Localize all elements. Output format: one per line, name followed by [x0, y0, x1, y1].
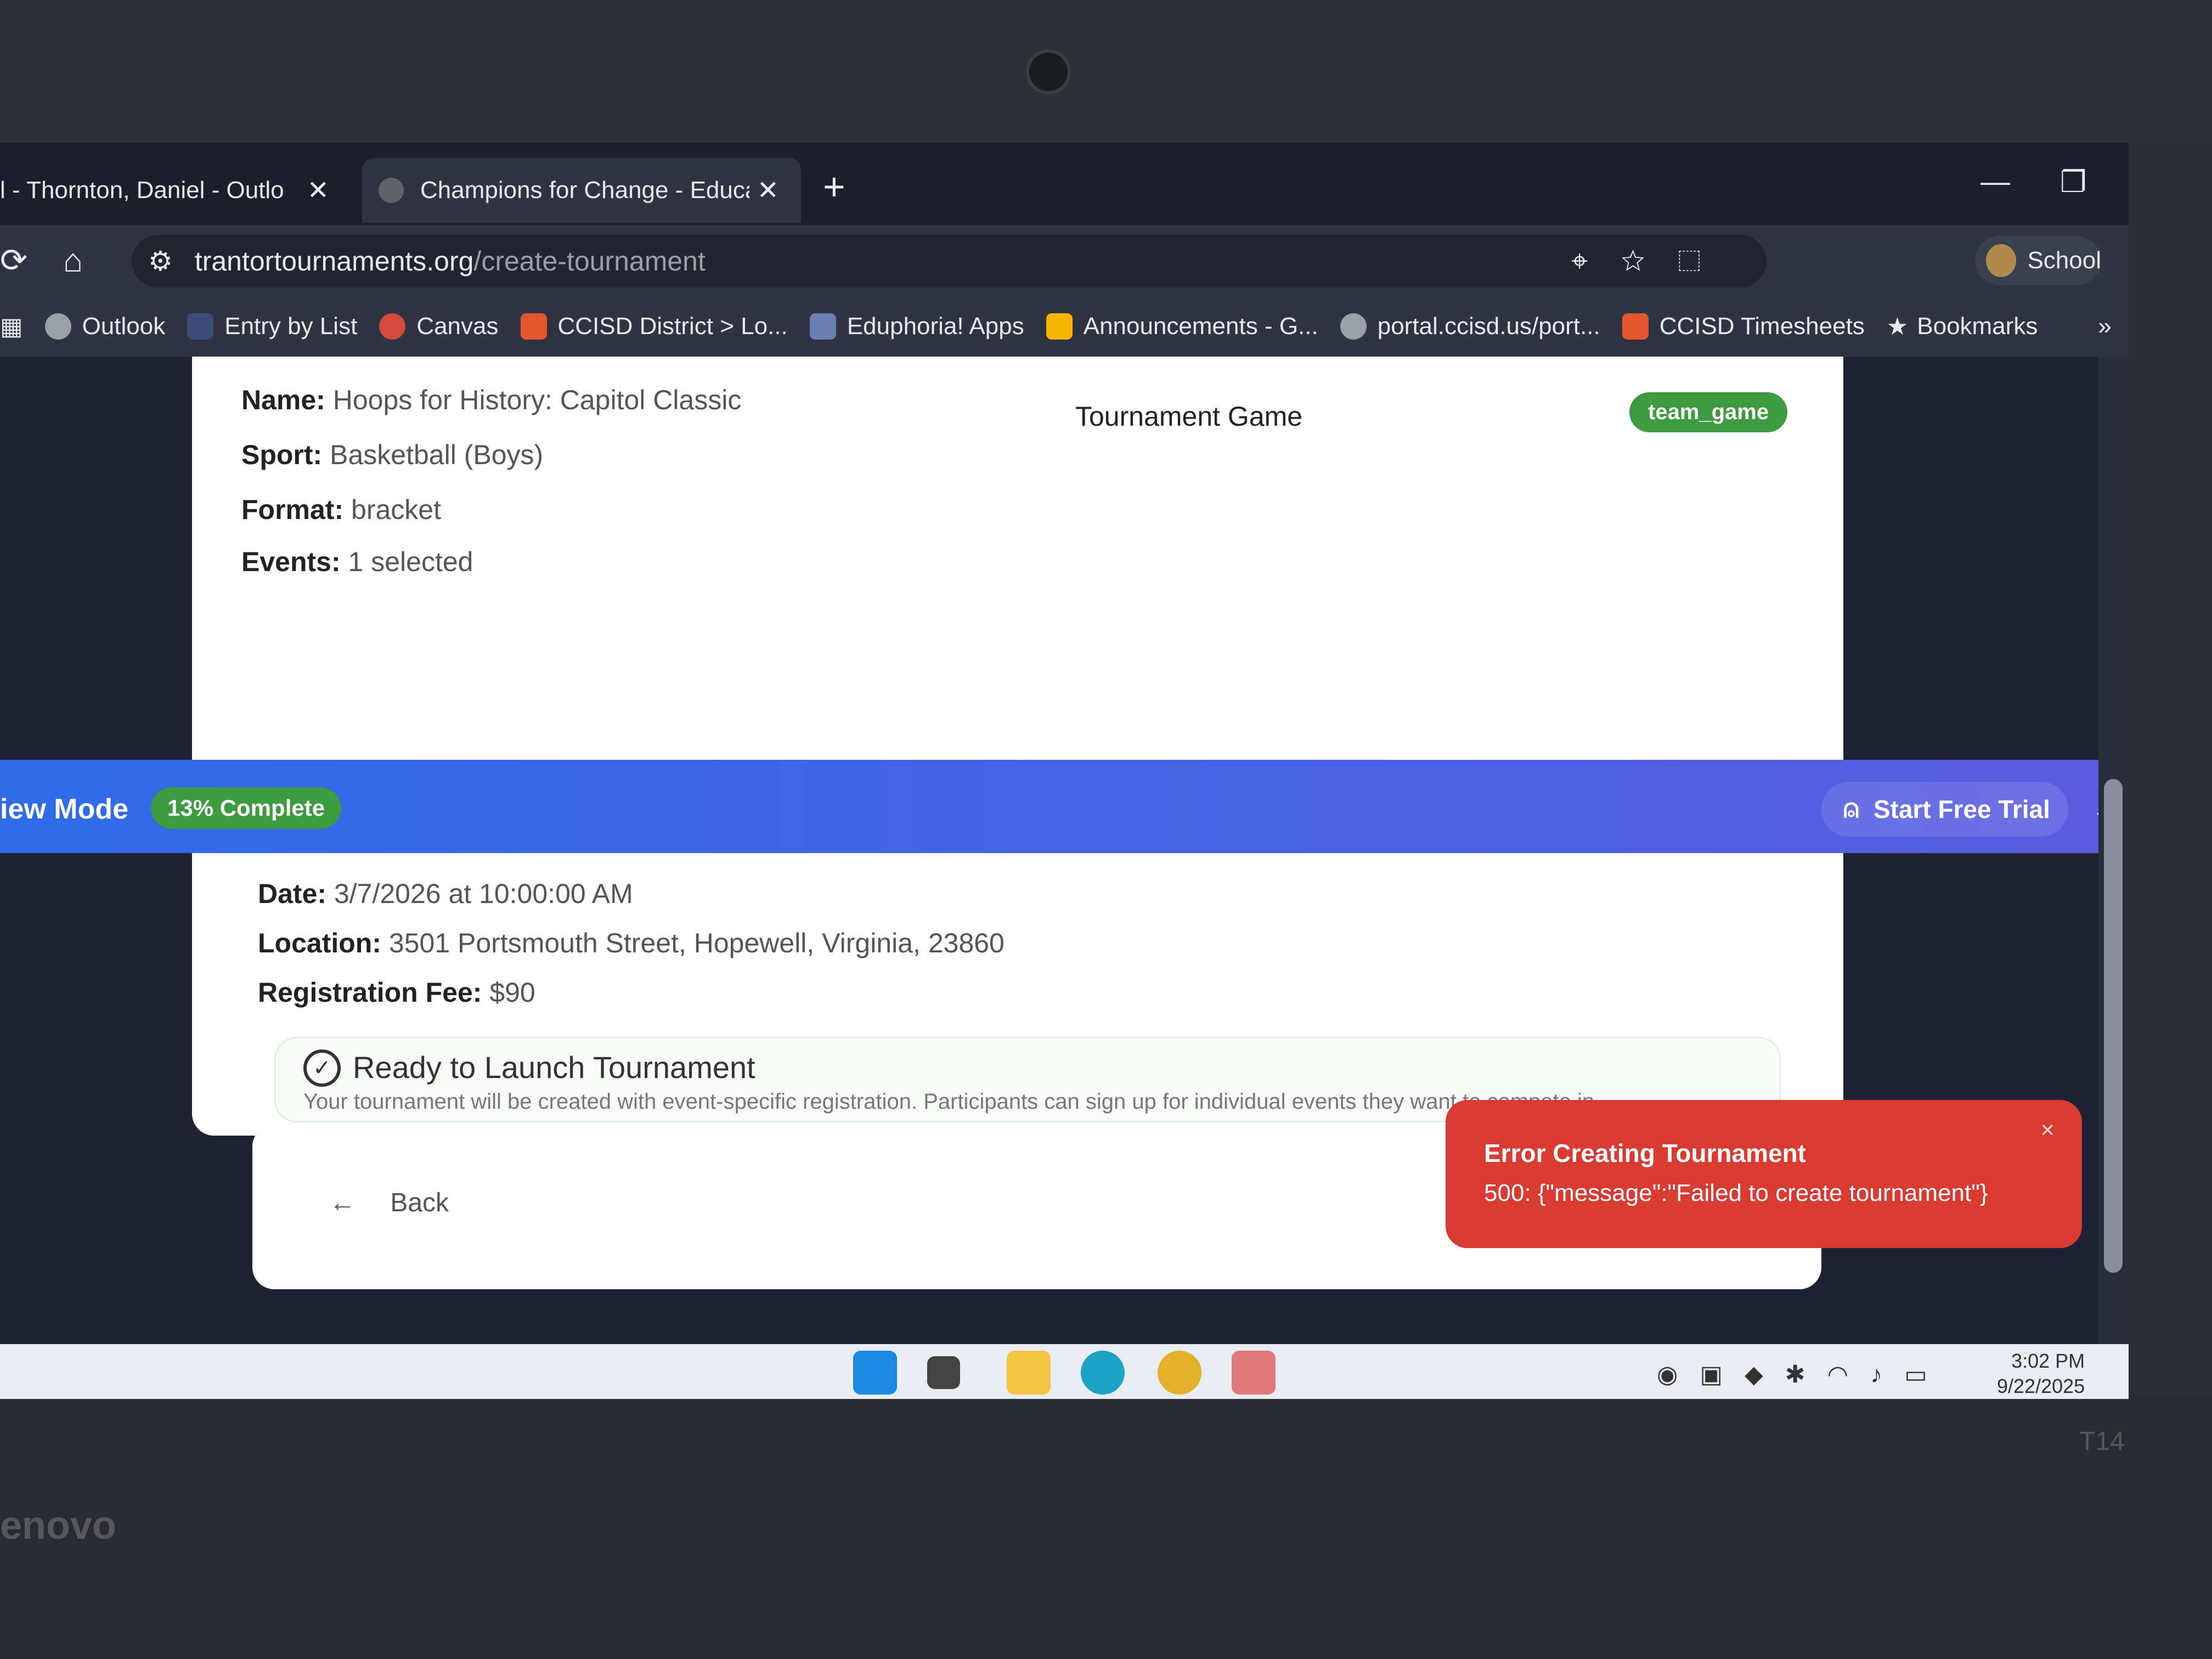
taskbar: ◉▣◆✱◠♪▭ 3:02 PM 9/22/2025	[0, 1344, 2129, 1399]
screen: l - Thornton, Daniel - Outlo ✕ Champions…	[0, 143, 2129, 1399]
star-icon: ★	[1886, 313, 1909, 340]
tab-label: Champions for Change - Educa	[420, 177, 749, 204]
bookmark-announcements[interactable]: Announcements - G...	[1046, 313, 1318, 340]
check-circle-icon: ✓	[303, 1049, 341, 1087]
name-field: Name: Hoops for History: Capitol Classic	[241, 385, 742, 415]
file-explorer-icon[interactable]	[1007, 1351, 1051, 1395]
bookmark-eduphoria[interactable]: Eduphoria! Apps	[809, 313, 1024, 340]
home-icon[interactable]: ⌂	[63, 241, 83, 279]
tab-label: l - Thornton, Daniel - Outlo	[0, 177, 284, 204]
bookmarks-bar: ▦ Outlook Entry by List Canvas CCISD Dis…	[0, 296, 2129, 357]
system-tray-icons[interactable]: ◉▣◆✱◠♪▭	[1657, 1361, 1949, 1389]
location-star-icons[interactable]: ⌖☆⬚	[1571, 244, 1734, 279]
canvas-icon	[379, 313, 406, 340]
laptop-bezel-top	[0, 0, 2212, 143]
restore-icon[interactable]: ❐	[2060, 165, 2086, 199]
events-field: Events: 1 selected	[241, 546, 473, 577]
tab-champions[interactable]: Champions for Change - Educa ✕	[362, 158, 801, 223]
bookmarks-folder[interactable]: ★ Bookmarks	[1887, 313, 2038, 341]
close-icon[interactable]: ✕	[307, 175, 329, 206]
bookmark-canvas[interactable]: Canvas	[379, 313, 499, 340]
preview-mode-banner: iew Mode 13% Complete ⍝ Start Free Trial…	[0, 760, 2129, 853]
checkmark-icon	[1622, 313, 1649, 340]
progress-badge: 13% Complete	[151, 787, 342, 829]
arrow-left-icon: ←	[329, 1188, 356, 1217]
bookmark-outlook[interactable]: Outlook	[44, 313, 165, 340]
checkmark-icon	[520, 313, 547, 340]
webcam	[1026, 49, 1071, 94]
tab-outlook[interactable]: l - Thornton, Daniel - Outlo ✕	[0, 158, 351, 223]
minimize-icon[interactable]: —	[1980, 165, 2010, 199]
tournament-game-label: Tournament Game	[1075, 401, 1303, 432]
globe-icon	[379, 178, 404, 203]
error-toast: × Error Creating Tournament 500: {"messa…	[1446, 1100, 2082, 1248]
model-label: T14	[2079, 1427, 2125, 1456]
settings-icon[interactable]	[1232, 1351, 1276, 1395]
avatar	[1986, 244, 2017, 277]
back-button[interactable]: ← Back	[329, 1188, 449, 1218]
tab-strip: l - Thornton, Daniel - Outlo ✕ Champions…	[0, 143, 2129, 225]
view-mode-label: iew Mode	[0, 793, 129, 825]
globe-icon	[1340, 313, 1367, 340]
more-bookmarks-icon[interactable]: »	[2098, 313, 2111, 340]
location-field: Location: 3501 Portsmouth Street, Hopewe…	[258, 928, 1005, 958]
chrome-icon[interactable]	[1158, 1351, 1201, 1395]
eduphoria-icon	[809, 313, 836, 340]
address-bar[interactable]: ⚙ trantortournaments.org /create-tournam…	[132, 235, 1767, 287]
tournament-summary-card-lower: Date: 3/7/2026 at 10:00:00 AM Location: …	[192, 850, 1843, 1136]
start-icon[interactable]	[853, 1351, 897, 1395]
browser-toolbar: ⟳ ⌂ ⚙ trantortournaments.org /create-tou…	[0, 225, 2129, 296]
format-field: Format: bracket	[241, 494, 441, 525]
brand-logo: enovo	[0, 1504, 117, 1548]
toast-title: Error Creating Tournament	[1484, 1139, 1806, 1167]
add-user-icon: ⍝	[1843, 794, 1859, 823]
site-settings-icon[interactable]: ⚙	[148, 245, 173, 277]
slides-icon	[1046, 313, 1073, 340]
profile-label: School	[2027, 247, 2101, 274]
ready-title: Ready to Launch Tournament	[353, 1050, 755, 1085]
tac-icon	[187, 313, 214, 340]
fee-field: Registration Fee: $90	[258, 977, 535, 1008]
reload-icon[interactable]: ⟳	[0, 241, 27, 280]
url-path: /create-tournament	[473, 246, 706, 276]
profile-button[interactable]: School	[1975, 236, 2101, 285]
task-view-icon[interactable]	[927, 1356, 960, 1389]
game-type-badge: team_game	[1629, 392, 1788, 432]
start-free-trial-button[interactable]: ⍝ Start Free Trial	[1821, 782, 2068, 837]
new-tab-button[interactable]: +	[823, 165, 845, 208]
clock-date: 9/22/2025	[1997, 1375, 2085, 1397]
bookmark-ccisd-district[interactable]: CCISD District > Lo...	[520, 313, 788, 340]
scrollbar-thumb[interactable]	[2104, 779, 2123, 1273]
bookmark-entry-by-list[interactable]: Entry by List	[187, 313, 357, 340]
toast-message: 500: {"message":"Failed to create tourna…	[1484, 1180, 1988, 1206]
page-content: Name: Hoops for History: Capitol Classic…	[0, 357, 2129, 1399]
scrollbar[interactable]	[2098, 357, 2129, 1399]
clock-time: 3:02 PM	[2011, 1350, 2085, 1372]
bookmark-timesheets[interactable]: CCISD Timesheets	[1622, 313, 1865, 340]
laptop-bezel-bottom	[0, 1399, 2212, 1659]
close-icon[interactable]: ×	[2040, 1116, 2055, 1144]
sport-field: Sport: Basketball (Boys)	[241, 439, 544, 470]
bookmark-portal[interactable]: portal.ccisd.us/port...	[1340, 313, 1600, 340]
url-host: trantortournaments.org	[194, 246, 474, 276]
apps-icon[interactable]: ▦	[0, 313, 23, 341]
globe-icon	[44, 313, 71, 340]
close-icon[interactable]: ✕	[757, 175, 779, 206]
date-field: Date: 3/7/2026 at 10:00:00 AM	[258, 878, 633, 909]
clock[interactable]: 3:02 PM 9/22/2025	[1997, 1348, 2085, 1399]
edge-icon[interactable]	[1081, 1351, 1125, 1395]
